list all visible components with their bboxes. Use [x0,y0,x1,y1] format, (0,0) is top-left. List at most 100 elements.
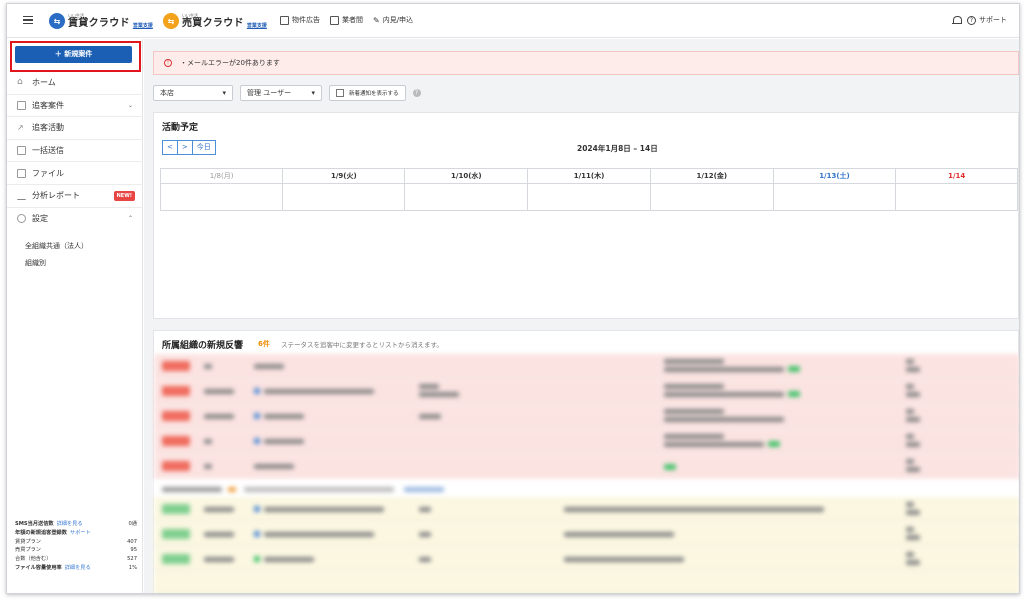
prev-week-button[interactable]: < [162,140,178,155]
user-select-value: 管理 ユーザー [247,89,292,97]
day-cell[interactable] [282,183,406,211]
responses-note: ステータスを追客中に変更するとリストから消えます。 [281,341,443,349]
store-select-value: 本店 [160,89,174,97]
day-cell[interactable] [772,183,897,211]
sms-value: 0通 [128,521,138,527]
annual-support-link[interactable]: サポート [70,530,91,536]
plan-label: 合数（他含む） [15,556,52,563]
day-header: 1/13(土) [772,168,897,184]
date-range: 2024年1月8日 – 14日 [577,144,658,153]
sidebar-item-label: 一括送信 [32,146,64,156]
chevron-up-icon: ⌃ [127,215,133,223]
help-icon: ? [967,15,976,25]
activity-schedule-panel: 活動予定 < > 今日 2024年1月8日 – 14日 1/8(月) 1/9(火… [153,112,1019,319]
main-content: ! ・メールエラーが20件あります 本店 ▾ 管理 ユーザー ▾ 新着通知を表示する … [144,39,1019,593]
support-label: サポート [979,16,1007,24]
nav-label: 業者間 [342,16,363,24]
day-cell[interactable] [895,183,1018,211]
table-row[interactable] [154,354,1019,378]
day-cell[interactable] [527,183,651,211]
support-link[interactable]: ? サポート [967,15,1007,25]
app-window: ⇆ いい生活 賃貸クラウド 営業支援 ⇆ いい生活 売買クラウド 営業支援 物件広告… [6,3,1020,594]
alert-icon: ! [164,59,172,67]
nav-naiken[interactable]: ✎ 内見/申込 [373,15,413,25]
brand-chintai-tagline: いい生活 [68,12,84,18]
chart-icon [17,191,26,201]
calendar-icon [330,15,339,25]
chevron-down-icon: ▾ [311,89,315,97]
sidebar-item-ikkatsu-soushin[interactable]: 一括送信 [7,140,143,163]
mail-icon [17,146,26,156]
day-header: 1/10(水) [404,168,529,184]
day-cell[interactable] [404,183,529,211]
sms-detail-link[interactable]: 詳細を見る [57,521,83,527]
building-icon [280,15,289,25]
table-row[interactable] [154,429,1019,453]
day-header: 1/14 [895,168,1018,184]
chevron-down-icon: ▾ [222,89,226,97]
show-new-notification-checkbox[interactable]: 新着通知を表示する [329,85,406,101]
table-row[interactable] [154,404,1019,428]
day-cell[interactable] [159,183,284,211]
filter-bar: 本店 ▾ 管理 ユーザー ▾ 新着通知を表示する ? [153,85,421,101]
day-cell[interactable] [649,183,774,211]
brand-baibai[interactable]: ⇆ いい生活 売買クラウド 営業支援 [163,9,267,33]
table-row[interactable] [154,454,1019,478]
help-icon[interactable]: ? [412,89,421,97]
sidebar: ＋ 新規案件 ⌂ ホーム 追客案件 ⌄ ↗ 追客活動 一括送信 ファイル 分析レポート… [7,39,143,593]
next-week-button[interactable]: > [177,140,193,155]
plan-value: 527 [127,556,137,563]
mail-error-alert[interactable]: ! ・メールエラーが20件あります [153,51,1019,75]
sidebar-item-label: 追客案件 [32,100,64,110]
new-responses-panel: 所属組織の新規反響 6件 ステータスを追客中に変更するとリストから消えます。 [153,330,1019,593]
table-row[interactable] [154,547,1019,571]
day-header: 1/9(火) [282,168,406,184]
top-header: ⇆ いい生活 賃貸クラウド 営業支援 ⇆ いい生活 売買クラウド 営業支援 物件広告… [7,4,1019,38]
bell-icon[interactable] [952,15,962,25]
brand-baibai-tagline: いい生活 [182,12,198,18]
checkbox-label: 新着通知を表示する [349,91,399,97]
nav-label: 内見/申込 [382,16,414,24]
settings-sub-all-org[interactable]: 全組織共通（法人） [7,238,143,255]
hamburger-menu-icon[interactable] [23,16,33,24]
sidebar-item-tsuikyaku-katsudou[interactable]: ↗ 追客活動 [7,117,143,140]
sidebar-menu: ⌂ ホーム 追客案件 ⌄ ↗ 追客活動 一括送信 ファイル 分析レポート NEW! 設定… [7,72,143,272]
file-usage-value: 1% [128,564,137,571]
plan-label: 賃貸プラン [15,538,41,545]
brand-baibai-logo-icon: ⇆ [163,13,179,29]
sidebar-item-home[interactable]: ⌂ ホーム [7,72,143,95]
header-right: ? サポート [952,15,1007,25]
plan-value: 407 [127,538,137,545]
table-row[interactable] [154,497,1019,521]
brand-chintai-sub: 営業支援 [132,22,153,29]
table-row[interactable] [154,572,1019,593]
usage-stats: SMS当月送信数 詳細を見る 0通 年額の新規追客登録数 サポート 賃貸プラン 407 … [15,520,137,573]
responses-title: 所属組織の新規反響 [162,341,244,351]
file-detail-link[interactable]: 詳細を見る [65,565,91,571]
highlight-box [10,41,141,72]
user-select[interactable]: 管理 ユーザー ▾ [240,85,322,101]
sidebar-item-settings[interactable]: 設定 ⌃ [7,208,143,231]
day-header: 1/12(金) [649,168,774,184]
sidebar-item-label: ホーム [32,78,56,88]
nav-bukken-koukoku[interactable]: 物件広告 [280,15,320,25]
store-select[interactable]: 本店 ▾ [153,85,233,101]
table-row[interactable] [154,379,1019,403]
activity-icon: ↗ [17,123,24,133]
sidebar-item-label: 追客活動 [32,123,64,133]
settings-sub-per-org[interactable]: 組織別 [7,255,143,272]
nav-gyoushakan[interactable]: 業者間 [330,15,363,25]
sidebar-item-tsuikyaku-anken[interactable]: 追客案件 ⌄ [7,95,143,118]
sidebar-item-report[interactable]: 分析レポート NEW! [7,185,143,208]
sidebar-item-label: 分析レポート [32,191,80,201]
plan-label: 売買プラン [15,547,41,554]
sidebar-item-label: ファイル [32,168,64,178]
chevron-down-icon: ⌄ [127,101,133,109]
nav-label: 物件広告 [292,16,320,24]
brand-chintai[interactable]: ⇆ いい生活 賃貸クラウド 営業支援 [49,9,153,33]
file-icon [17,168,26,178]
sidebar-item-file[interactable]: ファイル [7,162,143,185]
today-button[interactable]: 今日 [192,140,216,155]
table-row[interactable] [154,522,1019,546]
pen-icon: ✎ [373,15,380,25]
